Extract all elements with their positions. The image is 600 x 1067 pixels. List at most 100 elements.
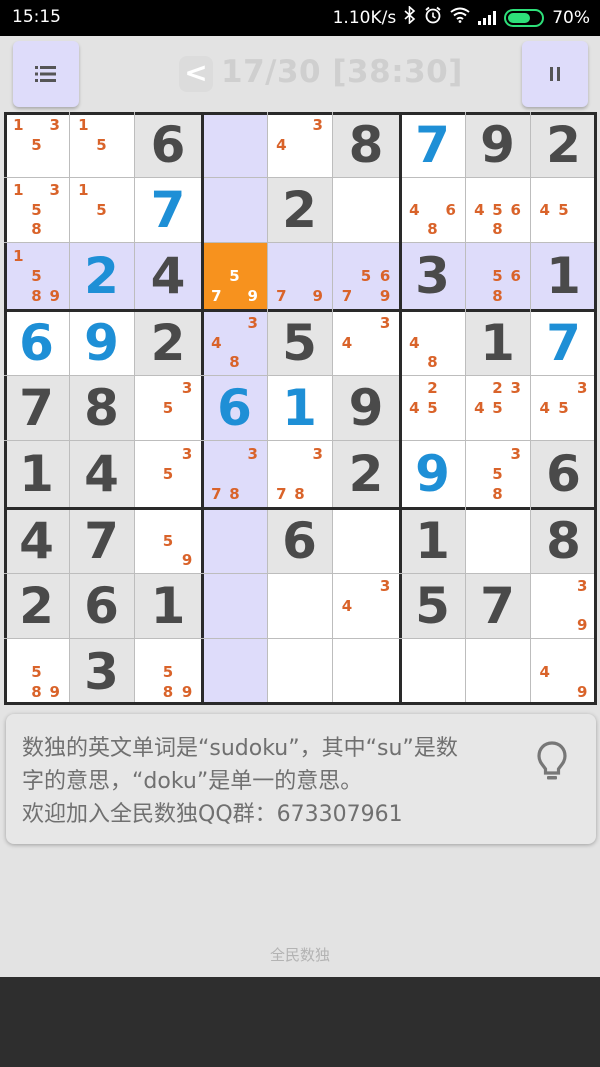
cell-r8c1[interactable]: 2 xyxy=(4,573,69,638)
cell-r8c8[interactable]: 7 xyxy=(465,573,530,638)
cell-r9c2[interactable]: 3 xyxy=(69,638,134,705)
pencil-note: 4 xyxy=(276,135,287,154)
cell-r4c7[interactable]: 48 xyxy=(400,310,465,375)
cell-r8c3[interactable]: 1 xyxy=(134,573,202,638)
cell-r9c7[interactable] xyxy=(400,638,465,705)
cell-r6c7[interactable]: 9 xyxy=(400,440,465,508)
cell-r2c2[interactable]: 15 xyxy=(69,177,134,242)
cell-r7c7[interactable]: 1 xyxy=(400,508,465,573)
cell-r2c4[interactable] xyxy=(202,177,267,242)
cell-r6c3[interactable]: 35 xyxy=(134,440,202,508)
cell-r3c1[interactable]: 1589 xyxy=(4,242,69,310)
cell-r8c5[interactable] xyxy=(267,573,332,638)
cell-r1c1[interactable]: 1 35 xyxy=(4,112,69,177)
cell-r8c7[interactable]: 5 xyxy=(400,573,465,638)
pause-button[interactable] xyxy=(522,41,588,107)
cell-r9c1[interactable]: 589 xyxy=(4,638,69,705)
cell-r7c1[interactable]: 4 xyxy=(4,508,69,573)
cell-r9c4[interactable] xyxy=(202,638,267,705)
cell-r7c3[interactable]: 59 xyxy=(134,508,202,573)
cell-r4c9[interactable]: 7 xyxy=(530,310,597,375)
cell-r5c2[interactable]: 8 xyxy=(69,375,134,440)
cell-r4c5[interactable]: 5 xyxy=(267,310,332,375)
cell-r1c8[interactable]: 9 xyxy=(465,112,530,177)
cell-r2c3[interactable]: 7 xyxy=(134,177,202,242)
cell-r3c4[interactable]: 57 9 xyxy=(202,242,267,310)
cell-r7c6[interactable] xyxy=(332,508,400,573)
cell-r3c5[interactable]: 79 xyxy=(267,242,332,310)
grid-line xyxy=(594,112,597,705)
previous-puzzle-button[interactable]: < xyxy=(179,56,213,92)
lightbulb-icon[interactable] xyxy=(536,740,568,788)
cell-r4c6[interactable]: 34 xyxy=(332,310,400,375)
cell-r7c4[interactable] xyxy=(202,508,267,573)
cell-r2c5[interactable]: 2 xyxy=(267,177,332,242)
cell-r6c5[interactable]: 378 xyxy=(267,440,332,508)
cell-r2c8[interactable]: 4568 xyxy=(465,177,530,242)
cell-r5c9[interactable]: 345 xyxy=(530,375,597,440)
cell-r6c4[interactable]: 378 xyxy=(202,440,267,508)
cell-r7c9[interactable]: 8 xyxy=(530,508,597,573)
cell-r1c3[interactable]: 6 xyxy=(134,112,202,177)
cell-r3c3[interactable]: 4 xyxy=(134,242,202,310)
cell-r1c9[interactable]: 2 xyxy=(530,112,597,177)
cell-r4c1[interactable]: 6 xyxy=(4,310,69,375)
cell-r8c2[interactable]: 6 xyxy=(69,573,134,638)
menu-button[interactable] xyxy=(13,41,79,107)
pencil-note: 7 xyxy=(341,287,353,306)
cell-r8c4[interactable] xyxy=(202,573,267,638)
cell-r6c6[interactable]: 2 xyxy=(332,440,400,508)
entered-digit: 6 xyxy=(19,313,54,372)
cell-r4c4[interactable]: 3 48 xyxy=(202,310,267,375)
given-digit: 1 xyxy=(480,313,515,372)
cell-r2c9[interactable]: 45 xyxy=(530,177,597,242)
cell-r5c3[interactable]: 35 xyxy=(134,375,202,440)
cell-r7c8[interactable] xyxy=(465,508,530,573)
cell-r1c5[interactable]: 34 xyxy=(267,112,332,177)
cell-r5c1[interactable]: 7 xyxy=(4,375,69,440)
cell-r9c6[interactable] xyxy=(332,638,400,705)
cell-r6c9[interactable]: 6 xyxy=(530,440,597,508)
cell-r5c5[interactable]: 1 xyxy=(267,375,332,440)
pencil-note: 5 xyxy=(162,662,174,681)
cell-r5c8[interactable]: 2345 xyxy=(465,375,530,440)
cell-r9c9[interactable]: 49 xyxy=(530,638,597,705)
given-digit: 9 xyxy=(480,115,515,174)
network-speed: 1.10K/s xyxy=(332,7,397,28)
cell-r1c4[interactable] xyxy=(202,112,267,177)
pencil-note: 9 xyxy=(577,616,588,634)
cell-r5c4[interactable]: 6 xyxy=(202,375,267,440)
cell-r9c5[interactable] xyxy=(267,638,332,705)
cell-r3c9[interactable]: 1 xyxy=(530,242,597,310)
toolbar: < 17/30 [38:30] xyxy=(0,36,600,112)
cell-r6c8[interactable]: 35 8 xyxy=(465,440,530,508)
cell-r3c2[interactable]: 2 xyxy=(69,242,134,310)
cell-r3c8[interactable]: 568 xyxy=(465,242,530,310)
cell-r4c8[interactable]: 1 xyxy=(465,310,530,375)
cell-r8c9[interactable]: 39 xyxy=(530,573,597,638)
cell-r2c1[interactable]: 1 358 xyxy=(4,177,69,242)
cell-r1c2[interactable]: 15 xyxy=(69,112,134,177)
cell-r7c2[interactable]: 7 xyxy=(69,508,134,573)
cell-r3c6[interactable]: 5679 xyxy=(332,242,400,310)
cell-r6c2[interactable]: 4 xyxy=(69,440,134,508)
pencil-note: 3 xyxy=(577,379,588,397)
cell-r5c7[interactable]: 245 xyxy=(400,375,465,440)
cell-r5c6[interactable]: 9 xyxy=(332,375,400,440)
cell-r8c6[interactable]: 34 xyxy=(332,573,400,638)
pencil-note: 3 xyxy=(379,314,391,332)
cell-r2c6[interactable] xyxy=(332,177,400,242)
cell-r9c3[interactable]: 589 xyxy=(134,638,202,705)
pencil-note: 3 xyxy=(247,444,258,463)
cell-r7c5[interactable]: 6 xyxy=(267,508,332,573)
cell-r3c7[interactable]: 3 xyxy=(400,242,465,310)
cell-r9c8[interactable] xyxy=(465,638,530,705)
grid-line xyxy=(4,702,597,705)
cell-r6c1[interactable]: 1 xyxy=(4,440,69,508)
given-digit: 7 xyxy=(19,378,54,437)
cell-r1c6[interactable]: 8 xyxy=(332,112,400,177)
cell-r2c7[interactable]: 4 68 xyxy=(400,177,465,242)
cell-r4c2[interactable]: 9 xyxy=(69,310,134,375)
cell-r4c3[interactable]: 2 xyxy=(134,310,202,375)
cell-r1c7[interactable]: 7 xyxy=(400,112,465,177)
